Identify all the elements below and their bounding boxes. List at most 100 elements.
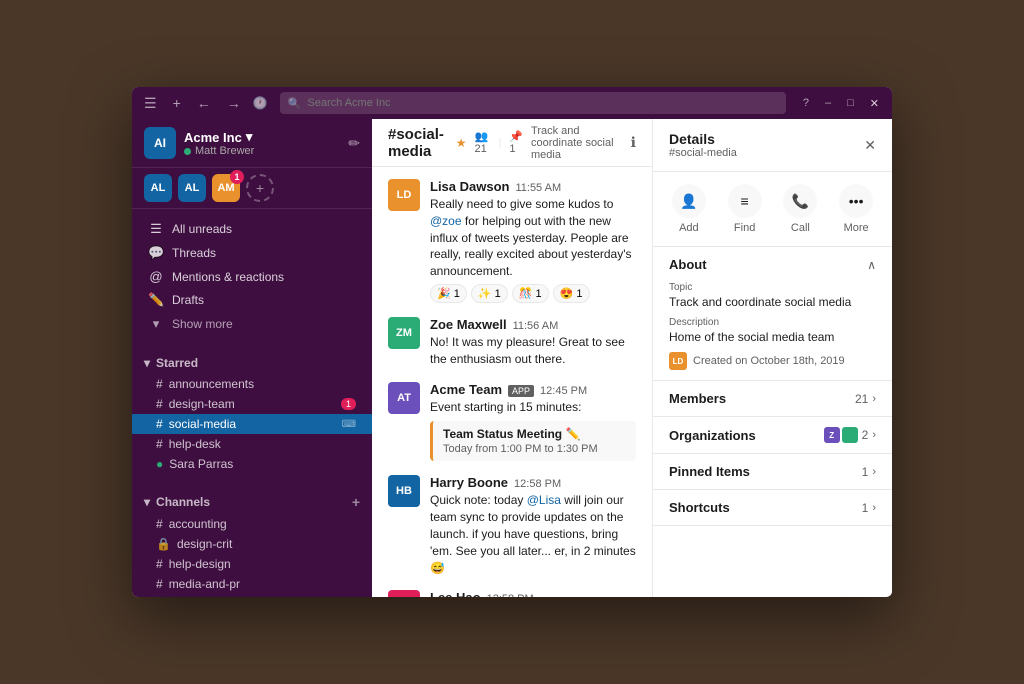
channel-design-team[interactable]: # design-team 1 bbox=[132, 394, 372, 414]
msg-name-zoe: Zoe Maxwell bbox=[430, 317, 507, 332]
message-content-2: Zoe Maxwell 11:56 AM No! It was my pleas… bbox=[430, 317, 636, 368]
more-action-icon: ••• bbox=[839, 184, 873, 218]
starred-header[interactable]: ▾ Starred bbox=[132, 352, 372, 374]
sidebar: AI Acme Inc ▾ Matt Brewer ✏ AL AL A bbox=[132, 119, 372, 597]
msg-name-acme: Acme Team bbox=[430, 382, 502, 397]
search-input[interactable] bbox=[307, 97, 777, 109]
details-actions: 👤 Add ≡ Find 📞 Call ••• More bbox=[653, 172, 892, 247]
more-action-label: More bbox=[844, 222, 869, 234]
shortcuts-title: Shortcuts bbox=[669, 500, 730, 515]
details-subtitle: #social-media bbox=[669, 147, 737, 159]
created-row: LD Created on October 18th, 2019 bbox=[669, 352, 876, 370]
edit-button[interactable]: ✏ bbox=[348, 135, 360, 152]
add-workspace-button[interactable]: + bbox=[246, 174, 274, 202]
nav-mentions[interactable]: @ Mentions & reactions bbox=[132, 265, 372, 288]
msg-name-lisa: Lisa Dawson bbox=[430, 179, 509, 194]
about-title: About bbox=[669, 257, 707, 272]
msg-name-lee: Lee Hao bbox=[430, 590, 481, 597]
reaction-confetti[interactable]: 🎊 1 bbox=[512, 284, 549, 303]
minimize-button[interactable]: – bbox=[820, 95, 836, 111]
channel-help-design[interactable]: # help-design bbox=[132, 554, 372, 574]
nav-show-more[interactable]: ▾ Show more bbox=[132, 312, 372, 336]
add-action-label: Add bbox=[679, 222, 699, 234]
reaction-heart-eyes[interactable]: 😍 1 bbox=[553, 284, 590, 303]
members-row[interactable]: Members 21 › bbox=[653, 381, 892, 417]
add-action-icon: 👤 bbox=[672, 184, 706, 218]
event-time: Today from 1:00 PM to 1:30 PM bbox=[443, 443, 626, 455]
sidebar-nav: ☰ All unreads 💬 Threads @ Mentions & rea… bbox=[132, 209, 372, 344]
user-avatar-al[interactable]: AL bbox=[144, 174, 172, 202]
members-row-right: 21 › bbox=[855, 392, 876, 406]
star-icon[interactable]: ★ bbox=[456, 136, 467, 150]
event-card[interactable]: Team Status Meeting ✏️ Today from 1:00 P… bbox=[430, 421, 636, 461]
members-count: 21 bbox=[855, 392, 868, 406]
nav-drafts[interactable]: ✏️ Drafts bbox=[132, 288, 372, 312]
shortcuts-row[interactable]: Shortcuts 1 › bbox=[653, 490, 892, 526]
more-action-button[interactable]: ••• More bbox=[839, 184, 873, 234]
add-channel-icon[interactable]: + bbox=[352, 494, 360, 510]
pinned-items-row-right: 1 › bbox=[862, 465, 876, 479]
msg-time-5: 12:58 PM bbox=[487, 593, 534, 597]
drafts-icon: ✏️ bbox=[148, 292, 164, 308]
maximize-button[interactable]: □ bbox=[842, 95, 859, 111]
history-button[interactable]: 🕐 bbox=[253, 96, 268, 110]
find-action-button[interactable]: ≡ Find bbox=[728, 184, 762, 234]
call-action-icon: 📞 bbox=[783, 184, 817, 218]
workspace-name[interactable]: Acme Inc ▾ bbox=[184, 129, 340, 145]
nav-forward[interactable]: → bbox=[223, 93, 245, 113]
user-avatar-al2[interactable]: AL bbox=[178, 174, 206, 202]
channels-section: ▾ Channels + # accounting 🔒 design-crit … bbox=[132, 482, 372, 597]
about-section: About ∧ Topic Track and coordinate socia… bbox=[653, 247, 892, 381]
msg-time-1: 11:55 AM bbox=[515, 182, 561, 194]
chat-header: #social-media ★ 👥 21 | 📌 1 Track and coo… bbox=[372, 119, 652, 167]
details-header: Details #social-media ✕ bbox=[653, 119, 892, 172]
close-details-button[interactable]: ✕ bbox=[864, 137, 876, 154]
add-button[interactable]: + bbox=[169, 93, 185, 113]
reaction-party[interactable]: 🎉 1 bbox=[430, 284, 467, 303]
message-content-3: Acme Team APP 12:45 PM Event starting in… bbox=[430, 382, 636, 462]
mention-zoe: @zoe bbox=[430, 214, 462, 228]
organizations-title: Organizations bbox=[669, 428, 756, 443]
channel-media-and-pr[interactable]: # media-and-pr bbox=[132, 574, 372, 594]
dm-sara-parras[interactable]: ● Sara Parras bbox=[132, 454, 372, 474]
channel-announcements[interactable]: # announcements bbox=[132, 374, 372, 394]
channel-design-crit[interactable]: 🔒 design-crit bbox=[132, 534, 372, 554]
notification-badge: 1 bbox=[230, 170, 244, 184]
help-button[interactable]: ? bbox=[798, 95, 814, 111]
channel-title: #social-media bbox=[388, 126, 448, 160]
nav-all-unreads[interactable]: ☰ All unreads bbox=[132, 217, 372, 241]
pinned-items-row-left: Pinned Items bbox=[669, 464, 750, 479]
find-action-icon: ≡ bbox=[728, 184, 762, 218]
info-icon[interactable]: ℹ bbox=[631, 134, 636, 151]
menu-button[interactable]: ☰ bbox=[140, 93, 161, 114]
msg-time-3: 12:45 PM bbox=[540, 385, 587, 397]
message-1: LD Lisa Dawson 11:55 AM Really need to g… bbox=[388, 179, 636, 303]
pinned-items-row[interactable]: Pinned Items 1 › bbox=[653, 454, 892, 490]
msg-text-2: No! It was my pleasure! Great to see the… bbox=[430, 334, 636, 368]
channel-help-desk[interactable]: # help-desk bbox=[132, 434, 372, 454]
organizations-row-left: Organizations bbox=[669, 428, 756, 443]
mentions-icon: @ bbox=[148, 269, 164, 284]
search-bar[interactable]: 🔍 bbox=[280, 92, 786, 114]
creator-avatar: LD bbox=[669, 352, 687, 370]
organizations-row[interactable]: Organizations Z 2 › bbox=[653, 417, 892, 454]
channel-social-media[interactable]: # social-media ⌨ bbox=[132, 414, 372, 434]
nav-back[interactable]: ← bbox=[193, 93, 215, 113]
avatar-harry-boone: HB bbox=[388, 475, 420, 507]
channel-triage-issues[interactable]: # triage-issues bbox=[132, 594, 372, 597]
shortcuts-count: 1 bbox=[862, 501, 869, 515]
channels-header[interactable]: ▾ Channels + bbox=[132, 490, 372, 514]
close-button[interactable]: ✕ bbox=[865, 95, 884, 112]
add-action-button[interactable]: 👤 Add bbox=[672, 184, 706, 234]
members-title: Members bbox=[669, 391, 726, 406]
about-toggle[interactable]: About ∧ bbox=[653, 247, 892, 282]
channel-accounting[interactable]: # accounting bbox=[132, 514, 372, 534]
nav-threads[interactable]: 💬 Threads bbox=[132, 241, 372, 265]
user-avatar-am[interactable]: AM 1 bbox=[212, 174, 240, 202]
all-unreads-icon: ☰ bbox=[148, 221, 164, 237]
avatar-lee-hao: LH bbox=[388, 590, 420, 597]
app-badge: APP bbox=[508, 385, 534, 397]
starred-section: ▾ Starred # announcements # design-team … bbox=[132, 344, 372, 482]
call-action-button[interactable]: 📞 Call bbox=[783, 184, 817, 234]
reaction-sparkle[interactable]: ✨ 1 bbox=[471, 284, 508, 303]
